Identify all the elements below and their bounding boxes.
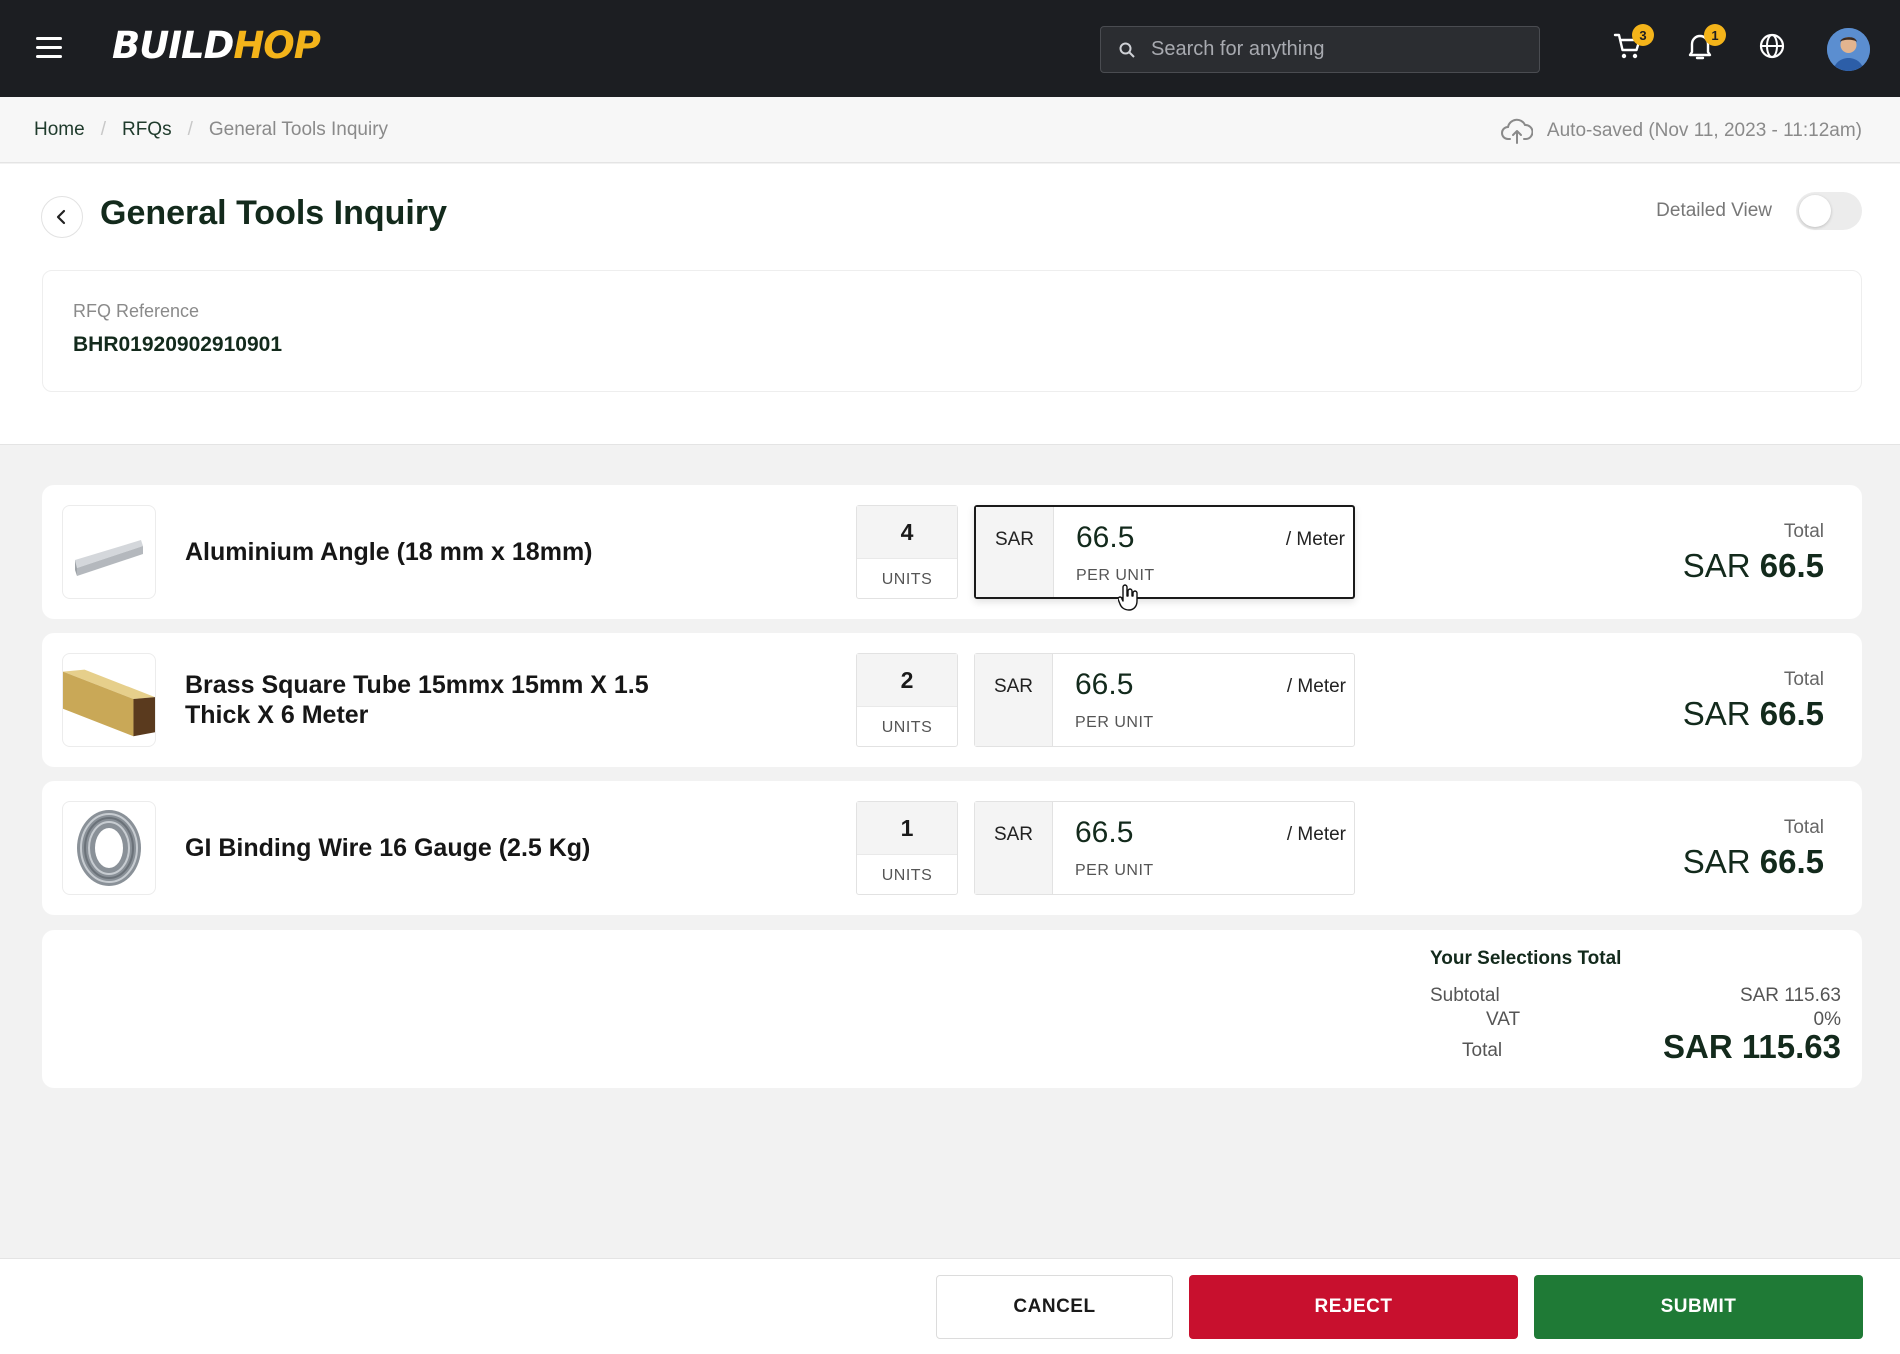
action-footer: CANCEL REJECT SUBMIT [0, 1258, 1900, 1354]
unit-price-field[interactable]: SAR 66.5 PER UNIT / Meter [974, 801, 1355, 895]
user-avatar[interactable] [1827, 28, 1870, 71]
submit-button[interactable]: SUBMIT [1534, 1275, 1863, 1339]
cart-button[interactable]: 3 [1612, 24, 1654, 66]
autosave-text: Auto-saved (Nov 11, 2023 - 11:12am) [1546, 120, 1862, 141]
item-total: SAR 66.5 [1683, 547, 1824, 585]
item-total-label: Total [1783, 521, 1824, 542]
notification-count-badge: 1 [1704, 24, 1726, 46]
price-value: 66.5 [1075, 668, 1134, 701]
chevron-left-icon [56, 209, 66, 225]
breadcrumb-home[interactable]: Home [34, 119, 85, 141]
rfq-item-row: Aluminium Angle (18 mm x 18mm) 4 UNITS S… [42, 485, 1862, 619]
breadcrumb-separator: / [100, 119, 106, 140]
unit-price-field[interactable]: SAR 66.5 PER UNIT / Meter [974, 653, 1355, 747]
price-uom: / Meter [1286, 676, 1346, 697]
item-total-currency: SAR [1682, 547, 1751, 584]
summary-total-value: SAR 115.63 [1663, 1028, 1841, 1065]
search-input[interactable] [1151, 38, 1531, 61]
unit-price-field[interactable]: SAR 66.5 PER UNIT / Meter [974, 505, 1355, 599]
summary-title: Your Selections Total [1430, 948, 1622, 969]
breadcrumb-current: General Tools Inquiry [208, 119, 389, 140]
breadcrumb: Home / RFQs / General Tools Inquiry [34, 119, 388, 141]
logo-text-main: BUILD [112, 24, 234, 67]
quantity-value: 4 [857, 506, 957, 558]
search-icon [1119, 42, 1135, 58]
quantity-unit: UNITS [857, 854, 957, 896]
cancel-button[interactable]: CANCEL [936, 1275, 1173, 1339]
price-currency: SAR [975, 654, 1053, 746]
price-per-unit-label: PER UNIT [1075, 862, 1154, 879]
quantity-value: 2 [857, 654, 957, 706]
item-name: Brass Square Tube 15mmx 15mm X 1.5 Thick… [185, 671, 649, 729]
price-per-unit-label: PER UNIT [1076, 567, 1155, 584]
item-total: SAR 66.5 [1683, 695, 1824, 733]
item-name: Aluminium Angle (18 mm x 18mm) [185, 538, 593, 566]
language-button[interactable] [1756, 30, 1792, 66]
search-box [1100, 26, 1540, 73]
product-image [62, 801, 156, 895]
rfq-header: General Tools Inquiry Detailed View RFQ … [0, 164, 1900, 445]
autosave-status: Auto-saved (Nov 11, 2023 - 11:12am) [1500, 117, 1862, 145]
quantity-value: 1 [857, 802, 957, 854]
vat-label: VAT [1486, 1009, 1521, 1030]
quantity-field[interactable]: 1 UNITS [856, 801, 958, 895]
rfq-item-row: GI Binding Wire 16 Gauge (2.5 Kg) 1 UNIT… [42, 781, 1862, 915]
breadcrumb-separator: / [187, 119, 193, 140]
quantity-unit: UNITS [857, 706, 957, 748]
product-image [62, 505, 156, 599]
page-title: General Tools Inquiry [100, 194, 447, 232]
rfq-item-row: Brass Square Tube 15mmx 15mm X 1.5 Thick… [42, 633, 1862, 767]
breadcrumb-bar: Home / RFQs / General Tools Inquiry Auto… [0, 97, 1900, 163]
quantity-field[interactable]: 4 UNITS [856, 505, 958, 599]
item-total-value: 66.5 [1759, 695, 1824, 732]
detailed-view-control: Detailed View [1656, 192, 1862, 230]
rfq-reference-card: RFQ Reference BHR01920902910901 [42, 270, 1862, 392]
cart-count-badge: 3 [1632, 24, 1654, 46]
logo-text-accent: HOP [233, 24, 321, 67]
hamburger-menu-icon[interactable] [36, 37, 62, 59]
item-total-currency: SAR [1682, 695, 1751, 732]
subtotal-value: SAR 115.63 [1739, 985, 1841, 1006]
price-currency: SAR [976, 507, 1054, 597]
price-per-unit-label: PER UNIT [1075, 714, 1154, 731]
price-value: 66.5 [1076, 521, 1135, 554]
globe-icon [1759, 33, 1785, 59]
price-uom: / Meter [1285, 529, 1345, 550]
rfq-reference-label: RFQ Reference [73, 301, 200, 321]
item-total-value: 66.5 [1759, 843, 1824, 880]
selections-summary: Your Selections Total Subtotal SAR 115.6… [42, 930, 1862, 1088]
logo[interactable]: BUILDHOP [112, 24, 321, 67]
price-uom: / Meter [1286, 824, 1346, 845]
detailed-view-label: Detailed View [1656, 200, 1772, 221]
summary-total-label: Total [1462, 1040, 1503, 1061]
item-total-label: Total [1783, 669, 1824, 690]
detailed-view-toggle[interactable] [1796, 192, 1862, 230]
reject-button[interactable]: REJECT [1189, 1275, 1518, 1339]
breadcrumb-rfqs[interactable]: RFQs [122, 119, 172, 141]
top-navbar: BUILDHOP 3 1 [0, 0, 1900, 97]
price-value: 66.5 [1075, 816, 1134, 849]
item-total-label: Total [1783, 817, 1824, 838]
product-image [62, 653, 156, 747]
back-button[interactable] [41, 196, 83, 238]
notifications-button[interactable]: 1 [1684, 24, 1726, 66]
subtotal-label: Subtotal [1430, 985, 1500, 1006]
rfq-reference-value: BHR01920902910901 [73, 333, 283, 356]
item-name: GI Binding Wire 16 Gauge (2.5 Kg) [185, 834, 591, 862]
item-total-value: 66.5 [1759, 547, 1824, 584]
hand-cursor-icon [1118, 584, 1138, 611]
cloud-upload-icon [1500, 118, 1533, 144]
price-currency: SAR [975, 802, 1053, 894]
quantity-unit: UNITS [857, 558, 957, 600]
quantity-field[interactable]: 2 UNITS [856, 653, 958, 747]
item-total: SAR 66.5 [1683, 843, 1824, 881]
item-total-currency: SAR [1682, 843, 1751, 880]
